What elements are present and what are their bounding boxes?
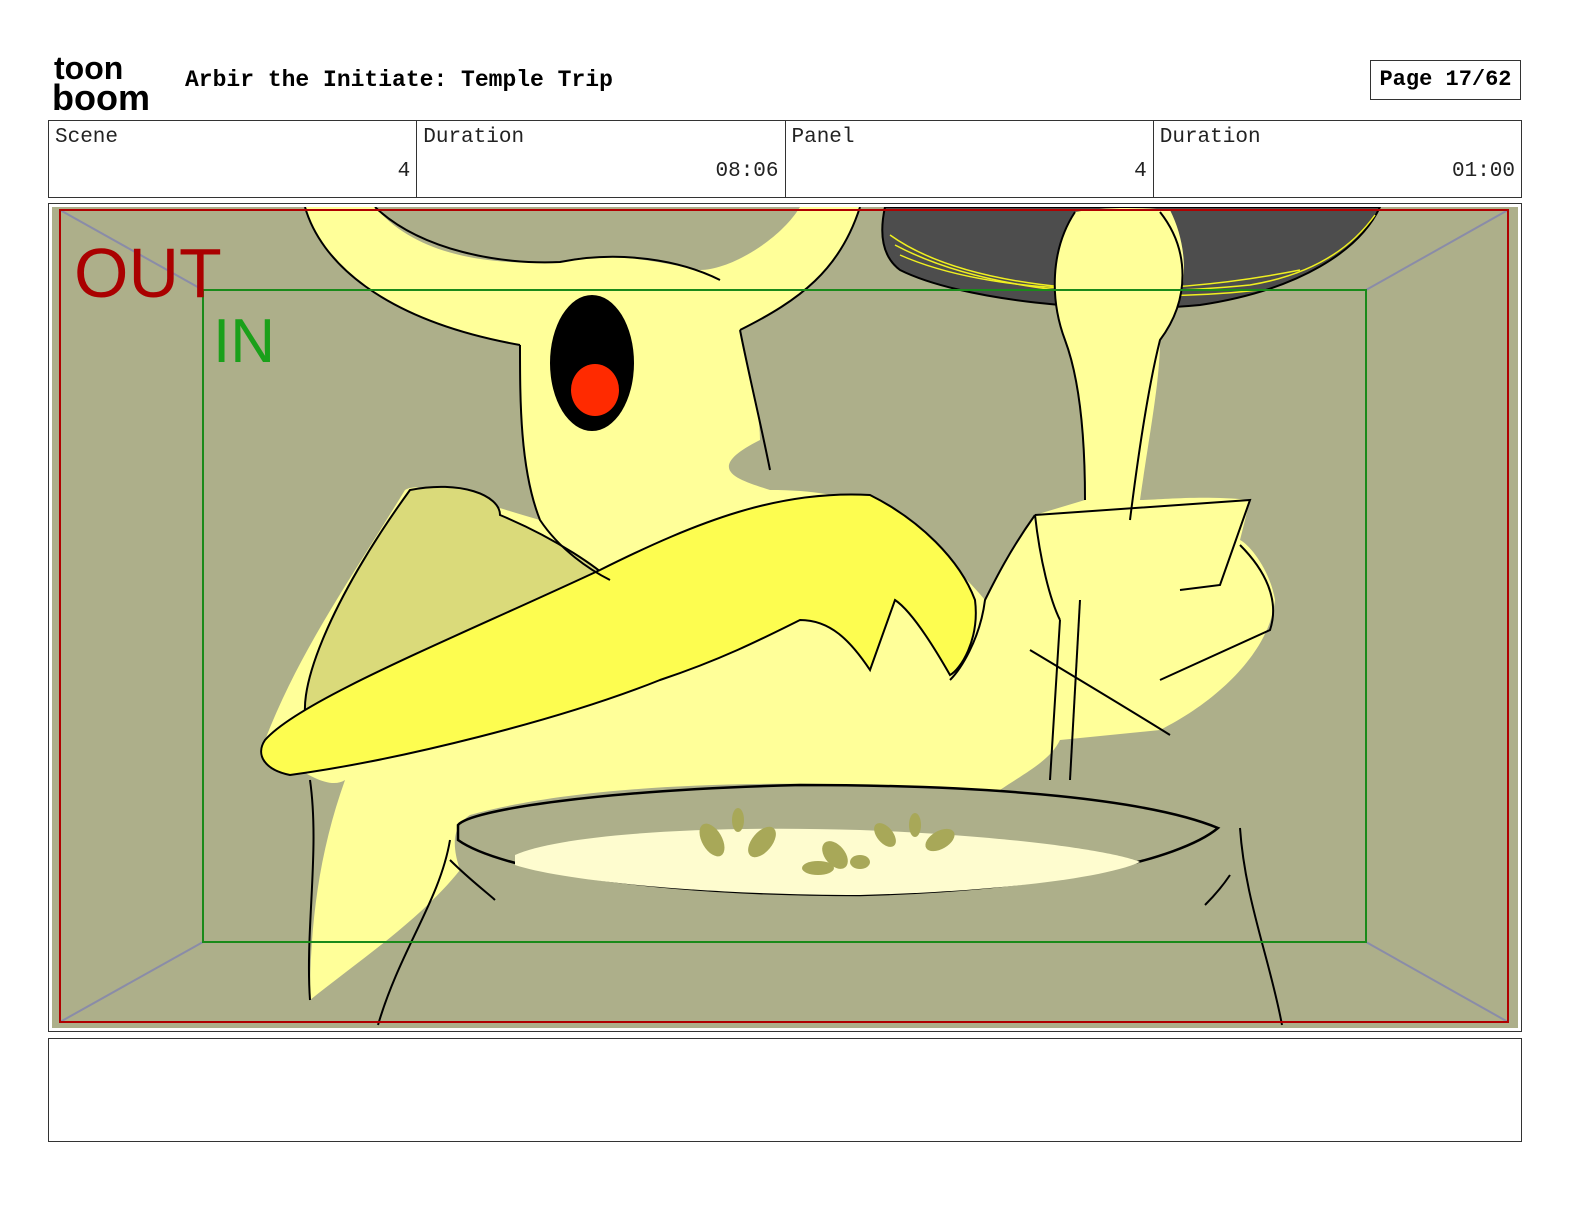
- in-frame-label: IN: [213, 307, 275, 376]
- scene-duration-value: 08:06: [715, 160, 779, 183]
- scene-info-table: Scene 4 Duration 08:06 Panel 4 Duration …: [48, 120, 1522, 198]
- panel-notes-box[interactable]: [48, 1038, 1522, 1142]
- panel-duration-value: 01:00: [1451, 160, 1515, 183]
- scene-cell: Scene 4: [49, 121, 418, 197]
- creature-pupil: [571, 364, 619, 416]
- logo-text-bottom: boom: [52, 77, 150, 112]
- panel-cell: Panel 4: [786, 121, 1154, 197]
- panel-label: Panel: [791, 126, 855, 149]
- scene-label: Scene: [55, 126, 119, 149]
- scene-duration-label: Duration: [423, 126, 525, 149]
- scene-value: 4: [397, 160, 411, 183]
- panel-duration-cell: Duration 01:00: [1154, 121, 1521, 197]
- panel-duration-label: Duration: [1159, 126, 1261, 149]
- out-frame-label: OUT: [74, 234, 222, 312]
- panel-value: 4: [1134, 160, 1147, 183]
- storyboard-panel-drawing: OUT IN: [52, 207, 1518, 1028]
- project-title: Arbir the Initiate: Temple Trip: [185, 67, 613, 93]
- page-number: Page 17/62: [1370, 60, 1521, 100]
- toon-boom-logo: toon boom: [52, 52, 150, 112]
- scene-duration-cell: Duration 08:06: [417, 121, 786, 197]
